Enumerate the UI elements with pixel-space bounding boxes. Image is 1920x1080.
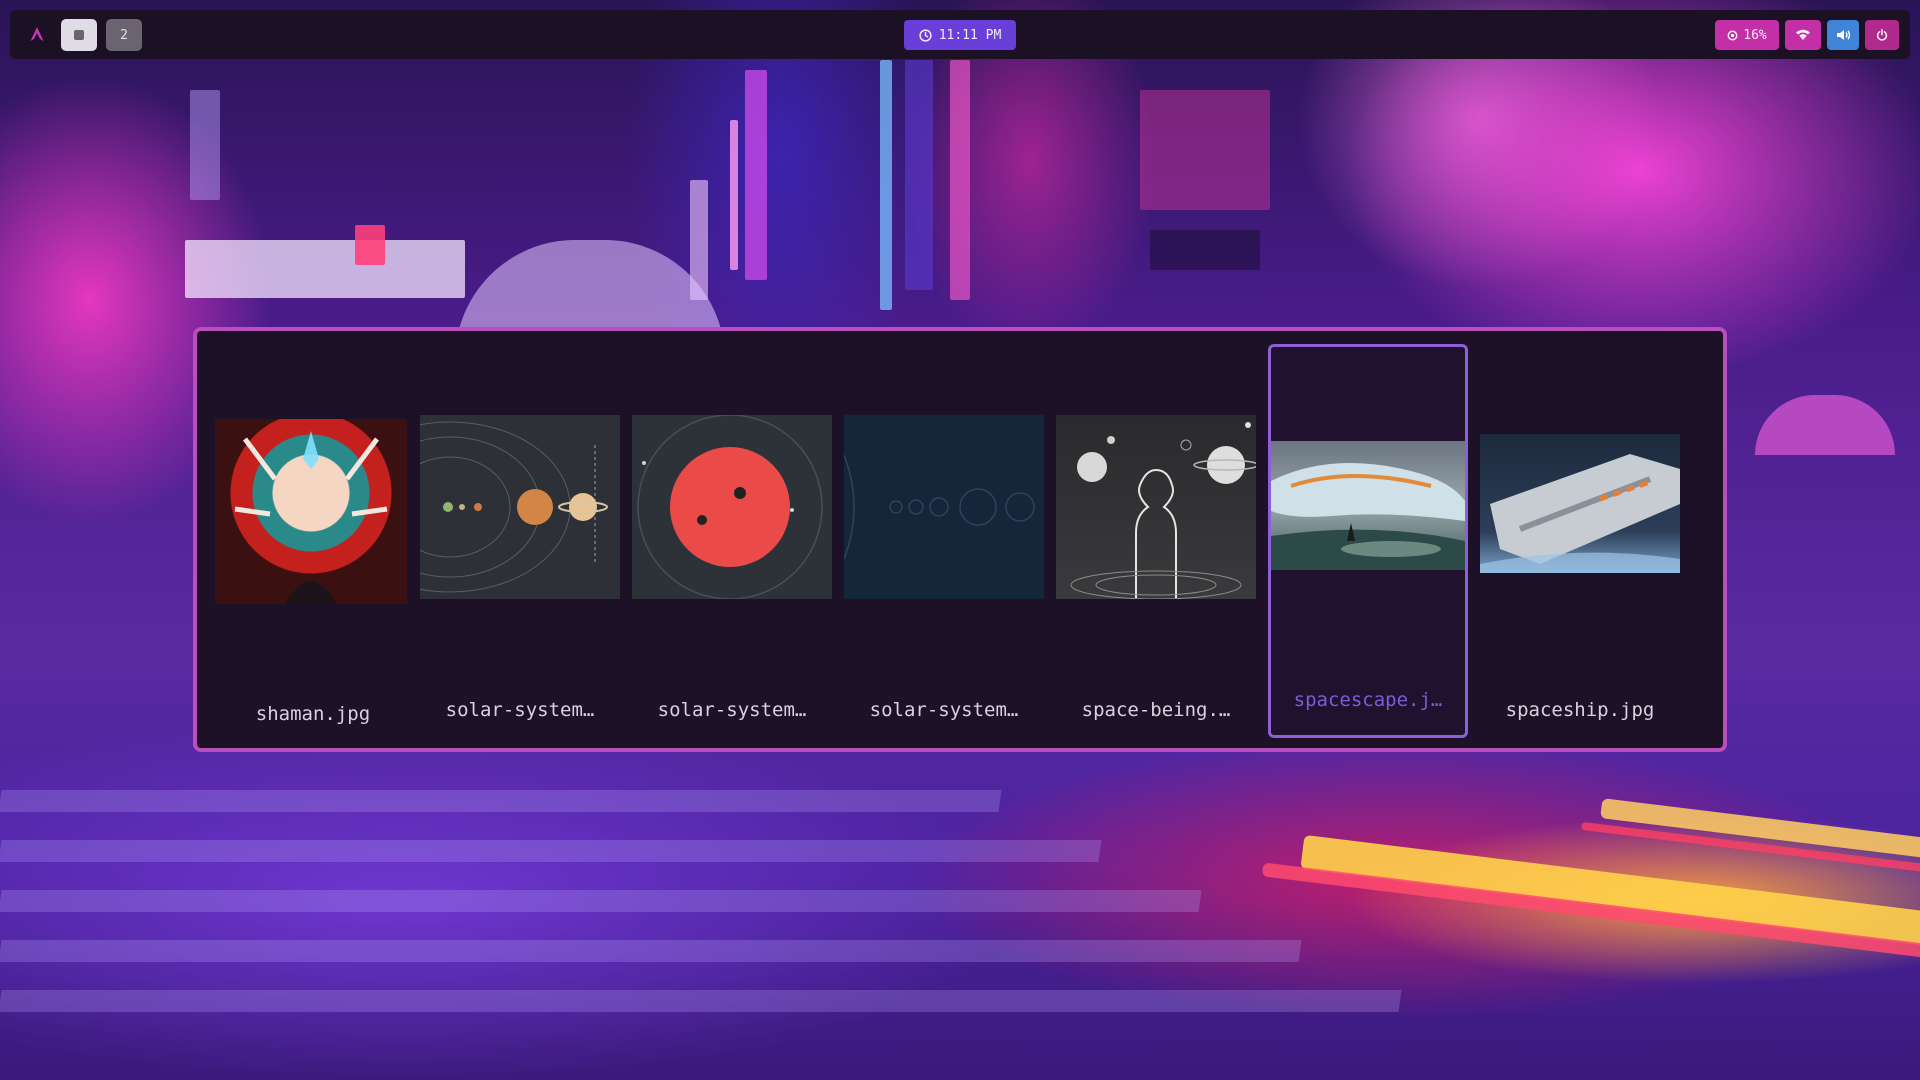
item-label: solar-system… <box>445 699 595 721</box>
wifi-button[interactable] <box>1785 20 1821 50</box>
volume-button[interactable] <box>1827 20 1859 50</box>
workspace-2-button[interactable]: 2 <box>106 19 142 51</box>
launcher-item-solar-system-3[interactable]: solar-system… <box>844 348 1044 738</box>
thumbnail-solar-system-1 <box>420 415 620 599</box>
volume-icon <box>1836 30 1850 40</box>
launcher-item-solar-system-1[interactable]: solar-system… <box>420 348 620 738</box>
cpu-usage-value: 16% <box>1743 27 1767 43</box>
thumbnail-spacescape <box>1271 441 1465 570</box>
workspace-2-label: 2 <box>120 27 128 43</box>
thumbnail-solar-system-2 <box>632 415 832 599</box>
thumbnail-shaman <box>215 419 407 604</box>
launcher-item-space-being[interactable]: space-being.… <box>1056 348 1256 738</box>
launcher-item-spacescape[interactable]: spacescape.j… <box>1268 344 1468 738</box>
wallpaper-launcher: shaman.jpg solar-system… solar-system… s… <box>193 327 1727 752</box>
clock-icon <box>919 28 932 42</box>
workspace-1-button[interactable] <box>61 19 97 51</box>
thumbnail-space-being <box>1056 415 1256 599</box>
thumbnail-solar-system-3 <box>844 415 1044 599</box>
launcher-item-spaceship[interactable]: spaceship.jpg <box>1480 348 1680 738</box>
thumbnail-spaceship <box>1480 434 1680 573</box>
workspace-active-indicator-icon <box>74 30 84 40</box>
power-button[interactable] <box>1865 20 1899 50</box>
clock-time: 11:11 PM <box>938 27 1002 43</box>
item-label: spacescape.j… <box>1293 689 1443 711</box>
cpu-icon <box>1727 30 1738 40</box>
power-icon <box>1876 29 1888 41</box>
item-label: solar-system… <box>869 699 1019 721</box>
item-label: space-being.… <box>1081 699 1231 721</box>
item-label: solar-system… <box>657 699 807 721</box>
item-label: shaman.jpg <box>255 703 371 725</box>
launcher-item-solar-system-2[interactable]: solar-system… <box>632 348 832 738</box>
wifi-icon <box>1796 29 1810 40</box>
launcher-item-shaman[interactable]: shaman.jpg <box>213 348 413 738</box>
cpu-usage-widget[interactable]: 16% <box>1715 20 1779 50</box>
clock-widget[interactable]: 11:11 PM <box>904 20 1016 50</box>
item-label: spaceship.jpg <box>1505 699 1655 721</box>
arch-logo-icon[interactable] <box>28 25 46 43</box>
